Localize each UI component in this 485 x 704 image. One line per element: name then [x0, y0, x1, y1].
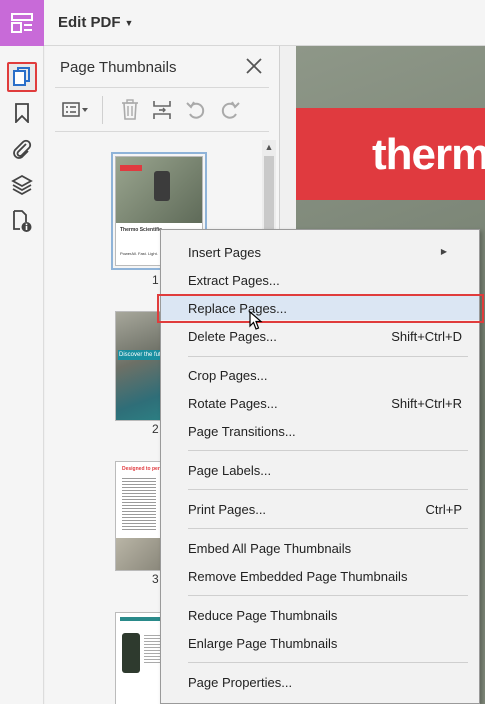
- annotation-highlight-box: [157, 294, 484, 323]
- menu-item-label: Enlarge Page Thumbnails: [188, 636, 338, 651]
- menu-item-label: Insert Pages: [188, 245, 261, 260]
- divider: [55, 131, 269, 132]
- scroll-up-icon[interactable]: ▲: [262, 140, 276, 154]
- menu-item-label: Page Properties...: [188, 675, 293, 690]
- submenu-arrow-icon: ▶: [440, 247, 447, 256]
- menu-item-label: Extract Pages...: [188, 273, 280, 288]
- layers-icon[interactable]: [7, 170, 37, 200]
- page-number: 3: [152, 572, 159, 586]
- thumbnail-device-image: [154, 171, 170, 201]
- thumbnail-tagline: PowerAll. Fast. Light.: [120, 251, 158, 256]
- menu-item-page-properties[interactable]: Page Properties...: [161, 670, 479, 694]
- tool-title-dropdown[interactable]: Edit PDF ▼: [58, 14, 133, 31]
- document-heading: therm: [372, 130, 485, 179]
- divider: [55, 87, 269, 88]
- toolbar-separator: [102, 96, 103, 124]
- menu-separator: [188, 356, 468, 357]
- menu-item-enlarge-thumbnails[interactable]: Enlarge Page Thumbnails: [161, 631, 479, 655]
- panel-title: Page Thumbnails: [60, 59, 177, 76]
- menu-item-label: Reduce Page Thumbnails: [188, 608, 338, 623]
- menu-item-crop-pages[interactable]: Crop Pages...: [161, 363, 479, 387]
- redo-icon[interactable]: [219, 98, 241, 122]
- menu-item-page-transitions[interactable]: Page Transitions...: [161, 419, 479, 443]
- menu-item-label: Print Pages...: [188, 502, 267, 517]
- menu-item-label: Embed All Page Thumbnails: [188, 541, 352, 556]
- delete-icon[interactable]: [119, 98, 141, 122]
- menu-separator: [188, 450, 468, 451]
- menu-separator: [188, 489, 468, 490]
- options-menu-icon[interactable]: [59, 98, 93, 122]
- menu-item-extract-pages[interactable]: Extract Pages...: [161, 268, 479, 292]
- menu-item-delete-pages[interactable]: Delete Pages... Shift+Ctrl+D: [161, 324, 479, 348]
- top-toolbar: Edit PDF ▼: [0, 0, 485, 46]
- thumbnail-column: [122, 476, 156, 532]
- chevron-down-icon: ▼: [124, 17, 134, 28]
- menu-item-label: Rotate Pages...: [188, 396, 278, 411]
- menu-item-embed-thumbnails[interactable]: Embed All Page Thumbnails: [161, 536, 479, 560]
- menu-separator: [188, 662, 468, 663]
- menu-item-remove-embedded-thumbnails[interactable]: Remove Embedded Page Thumbnails: [161, 564, 479, 588]
- document-info-icon[interactable]: [7, 206, 37, 236]
- edit-pdf-tool-icon[interactable]: [0, 0, 44, 46]
- menu-item-label: Crop Pages...: [188, 368, 268, 383]
- tool-title: Edit PDF: [58, 14, 121, 31]
- attachment-icon[interactable]: [7, 134, 37, 164]
- thumbnail-text: Thermo Scientific: [120, 227, 162, 233]
- menu-item-page-labels[interactable]: Page Labels...: [161, 458, 479, 482]
- menu-item-shortcut: Ctrl+P: [425, 502, 462, 517]
- menu-item-label: Delete Pages...: [188, 329, 277, 344]
- close-icon[interactable]: [244, 56, 264, 76]
- undo-icon[interactable]: [185, 98, 207, 122]
- menu-item-label: Page Labels...: [188, 463, 272, 478]
- menu-separator: [188, 595, 468, 596]
- menu-item-reduce-thumbnails[interactable]: Reduce Page Thumbnails: [161, 603, 479, 627]
- mouse-pointer-icon: [249, 310, 263, 334]
- page-number: 2: [152, 422, 159, 436]
- menu-item-shortcut: Shift+Ctrl+D: [391, 329, 462, 344]
- thumbnail-brand-bar: [120, 165, 142, 171]
- page-number: 1: [152, 273, 159, 287]
- menu-item-insert-pages[interactable]: Insert Pages ▶: [161, 240, 479, 264]
- menu-item-label: Remove Embedded Page Thumbnails: [188, 569, 408, 584]
- navigation-rail: [0, 46, 44, 704]
- page-thumbnails-icon[interactable]: [7, 62, 37, 92]
- menu-item-shortcut: Shift+Ctrl+R: [391, 396, 462, 411]
- bookmark-icon[interactable]: [7, 98, 37, 128]
- thumbnail-title-bar: [120, 617, 160, 621]
- thumbnail-device-image: [122, 633, 140, 673]
- menu-separator: [188, 528, 468, 529]
- insert-page-icon[interactable]: [151, 98, 173, 122]
- menu-item-print-pages[interactable]: Print Pages... Ctrl+P: [161, 497, 479, 521]
- menu-item-label: Page Transitions...: [188, 424, 296, 439]
- menu-item-rotate-pages[interactable]: Rotate Pages... Shift+Ctrl+R: [161, 391, 479, 415]
